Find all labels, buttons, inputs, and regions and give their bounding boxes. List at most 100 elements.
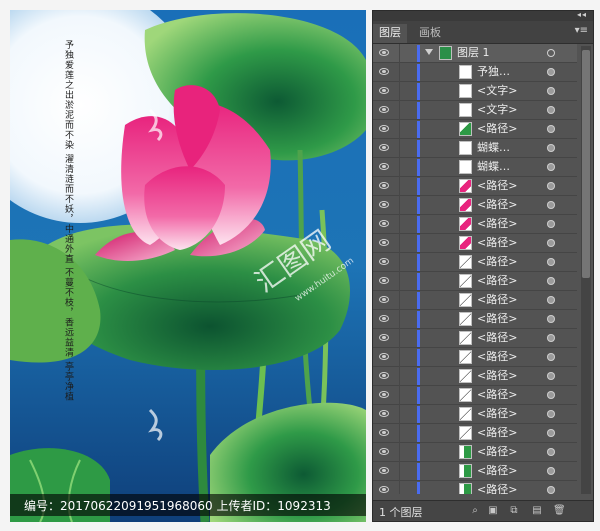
lock-toggle[interactable]	[399, 462, 414, 481]
target-circle-icon[interactable]	[547, 182, 555, 190]
layer-row[interactable]: <路径>	[373, 196, 577, 215]
target-circle-icon[interactable]	[547, 353, 555, 361]
layer-row[interactable]: <路径>	[373, 443, 577, 462]
target-circle-icon[interactable]	[547, 296, 555, 304]
lock-toggle[interactable]	[399, 82, 414, 101]
lock-toggle[interactable]	[399, 177, 414, 196]
lock-toggle[interactable]	[399, 405, 414, 424]
target-circle-icon[interactable]	[547, 448, 555, 456]
visibility-eye-icon[interactable]	[379, 220, 389, 227]
layer-row[interactable]: <路径>	[373, 272, 577, 291]
target-circle-icon[interactable]	[547, 315, 555, 323]
visibility-eye-icon[interactable]	[379, 334, 389, 341]
visibility-eye-icon[interactable]	[379, 239, 389, 246]
visibility-eye-icon[interactable]	[379, 296, 389, 303]
visibility-eye-icon[interactable]	[379, 68, 389, 75]
visibility-eye-icon[interactable]	[379, 49, 389, 56]
layer-row[interactable]: <路径>	[373, 405, 577, 424]
visibility-eye-icon[interactable]	[379, 106, 389, 113]
target-circle-icon[interactable]	[547, 258, 555, 266]
lock-toggle[interactable]	[399, 310, 414, 329]
target-circle-icon[interactable]	[547, 334, 555, 342]
target-circle-icon[interactable]	[547, 125, 555, 133]
visibility-eye-icon[interactable]	[379, 486, 389, 493]
visibility-eye-icon[interactable]	[379, 258, 389, 265]
lock-toggle[interactable]	[399, 291, 414, 310]
panel-menu-icon[interactable]: ▾≡	[575, 25, 588, 36]
lock-toggle[interactable]	[399, 386, 414, 405]
lock-toggle[interactable]	[399, 272, 414, 291]
target-circle-icon[interactable]	[547, 277, 555, 285]
lock-toggle[interactable]	[399, 63, 414, 82]
target-circle-icon[interactable]	[547, 410, 555, 418]
target-circle-icon[interactable]	[547, 68, 555, 76]
panel-title-bar[interactable]: ◂◂	[373, 10, 593, 21]
visibility-eye-icon[interactable]	[379, 163, 389, 170]
lock-toggle[interactable]	[399, 139, 414, 158]
layer-row[interactable]: <路径>	[373, 481, 577, 494]
lock-toggle[interactable]	[399, 348, 414, 367]
target-circle-icon[interactable]	[547, 87, 555, 95]
visibility-eye-icon[interactable]	[379, 315, 389, 322]
lock-toggle[interactable]	[399, 120, 414, 139]
visibility-eye-icon[interactable]	[379, 87, 389, 94]
layer-row[interactable]: <路径>	[373, 177, 577, 196]
layer-row[interactable]: <路径>	[373, 234, 577, 253]
lock-toggle[interactable]	[399, 367, 414, 386]
visibility-eye-icon[interactable]	[379, 201, 389, 208]
layer-row[interactable]: <路径>	[373, 291, 577, 310]
layer-row[interactable]: <路径>	[373, 253, 577, 272]
visibility-eye-icon[interactable]	[379, 182, 389, 189]
collapse-panel-icon[interactable]: ◂◂	[577, 10, 587, 19]
visibility-eye-icon[interactable]	[379, 353, 389, 360]
visibility-eye-icon[interactable]	[379, 144, 389, 151]
target-circle-icon[interactable]	[547, 220, 555, 228]
lock-toggle[interactable]	[399, 481, 414, 494]
layer-row[interactable]: <路径>	[373, 462, 577, 481]
layer-row[interactable]: <路径>	[373, 310, 577, 329]
visibility-eye-icon[interactable]	[379, 277, 389, 284]
layer-row[interactable]: <路径>	[373, 424, 577, 443]
lock-toggle[interactable]	[399, 443, 414, 462]
lock-toggle[interactable]	[399, 253, 414, 272]
lock-toggle[interactable]	[399, 196, 414, 215]
trash-icon[interactable]: 🗑	[553, 505, 566, 516]
lock-toggle[interactable]	[399, 44, 414, 63]
target-circle-icon[interactable]	[547, 163, 555, 171]
target-circle-icon[interactable]	[547, 201, 555, 209]
expand-triangle-icon[interactable]	[425, 49, 433, 55]
target-circle-icon[interactable]	[547, 49, 555, 57]
lock-toggle[interactable]	[399, 424, 414, 443]
new-layer-icon[interactable]: ▤	[531, 505, 543, 516]
layer-row[interactable]: <路径>	[373, 386, 577, 405]
layer-row[interactable]: 蝴蝶…	[373, 158, 577, 177]
visibility-eye-icon[interactable]	[379, 391, 389, 398]
lock-toggle[interactable]	[399, 215, 414, 234]
target-circle-icon[interactable]	[547, 467, 555, 475]
lock-toggle[interactable]	[399, 329, 414, 348]
target-circle-icon[interactable]	[547, 106, 555, 114]
target-circle-icon[interactable]	[547, 486, 555, 494]
visibility-eye-icon[interactable]	[379, 448, 389, 455]
layer-row[interactable]: <路径>	[373, 348, 577, 367]
lock-toggle[interactable]	[399, 158, 414, 177]
visibility-eye-icon[interactable]	[379, 372, 389, 379]
tab-layers[interactable]: 图层	[373, 24, 407, 43]
layer-row[interactable]: <文字>	[373, 101, 577, 120]
target-circle-icon[interactable]	[547, 144, 555, 152]
tab-artboards[interactable]: 画板	[413, 24, 447, 43]
visibility-eye-icon[interactable]	[379, 429, 389, 436]
layer-row[interactable]: 蝴蝶…	[373, 139, 577, 158]
search-icon[interactable]: ⌕	[469, 505, 481, 516]
layer-row[interactable]: <文字>	[373, 82, 577, 101]
target-circle-icon[interactable]	[547, 372, 555, 380]
visibility-eye-icon[interactable]	[379, 410, 389, 417]
layer-row[interactable]: <路径>	[373, 367, 577, 386]
layers-scrollbar[interactable]	[581, 46, 591, 494]
layer-row[interactable]: 予独…	[373, 63, 577, 82]
target-circle-icon[interactable]	[547, 391, 555, 399]
lock-toggle[interactable]	[399, 234, 414, 253]
target-circle-icon[interactable]	[547, 239, 555, 247]
layer-row[interactable]: <路径>	[373, 329, 577, 348]
visibility-eye-icon[interactable]	[379, 467, 389, 474]
